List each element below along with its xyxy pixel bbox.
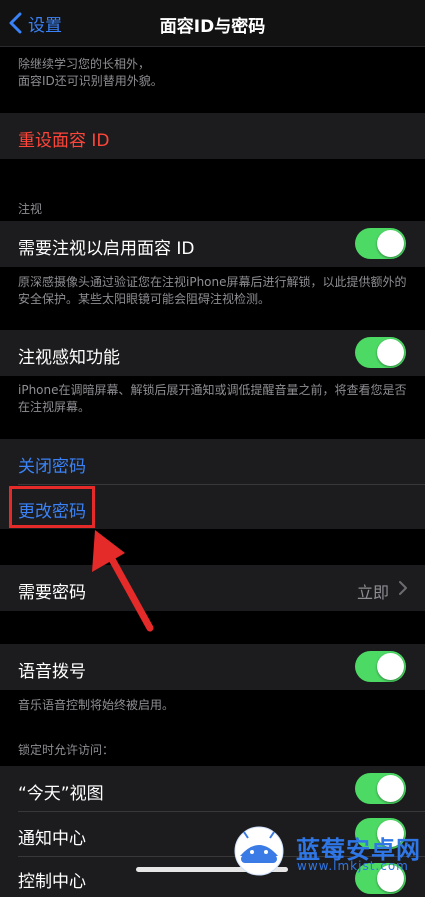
watermark: 蓝莓安卓网 www.lmkjst.com [220,822,425,880]
watermark-url: www.lmkjst.com [297,859,409,873]
watermark-logo-icon [234,826,284,876]
annotation-arrow-icon [92,530,154,632]
